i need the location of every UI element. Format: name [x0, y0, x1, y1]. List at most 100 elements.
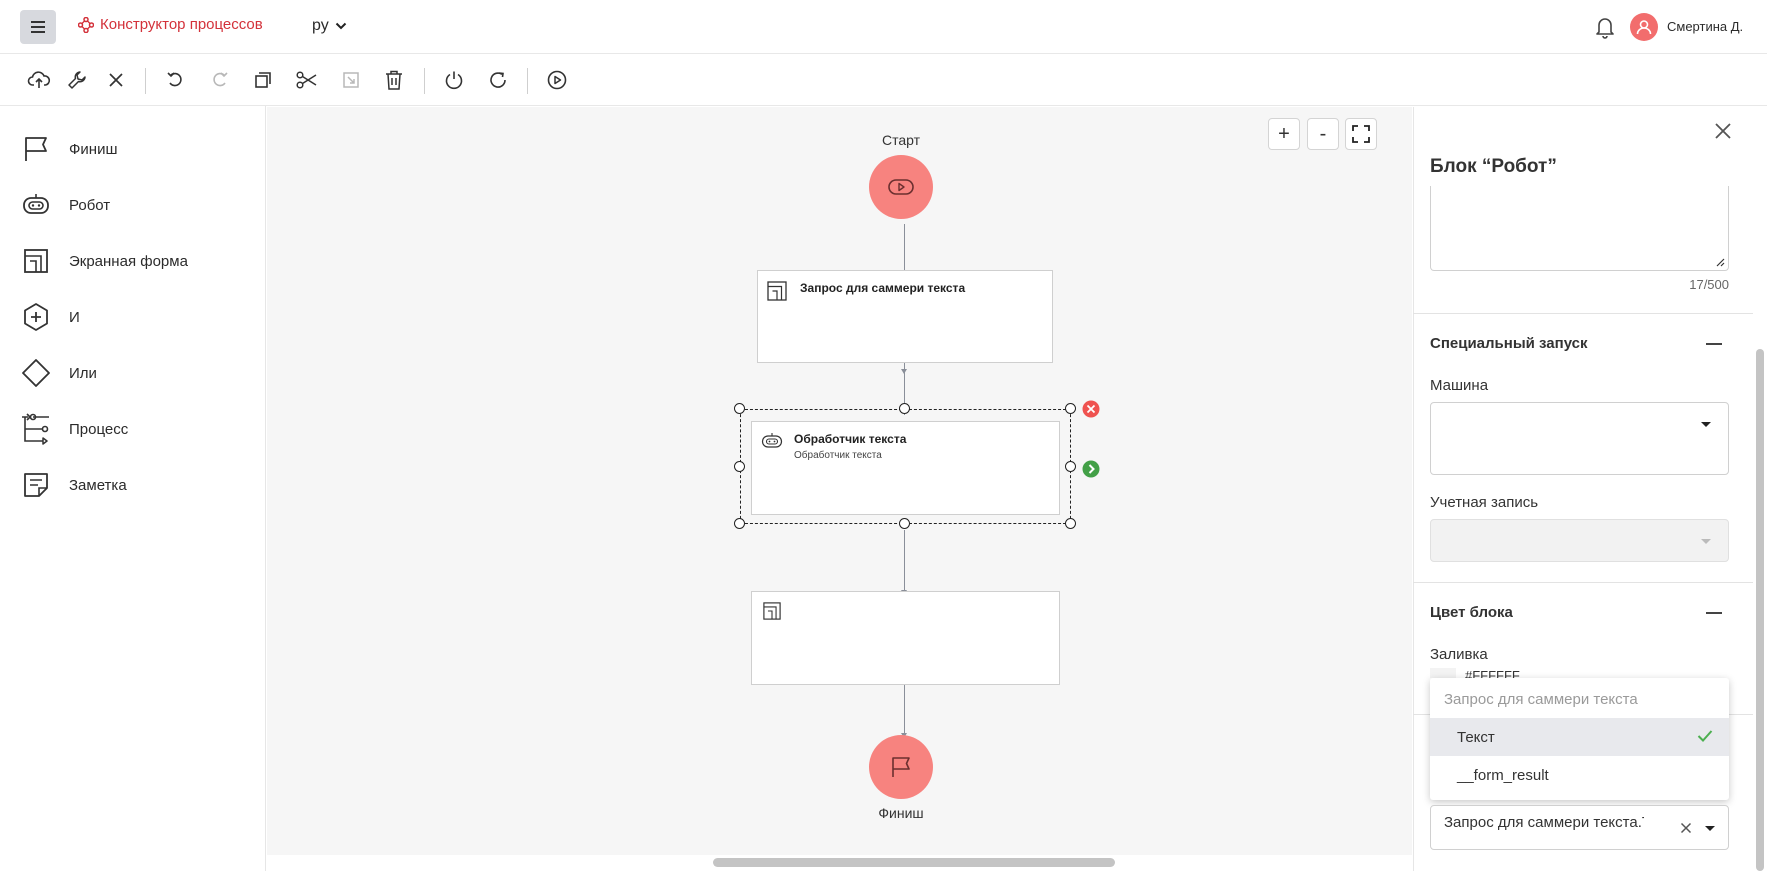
- chevron-down-icon: [335, 22, 346, 30]
- resize-handle[interactable]: [899, 403, 910, 414]
- cut-button[interactable]: [293, 66, 321, 94]
- palette-item-label: Или: [69, 364, 97, 382]
- save-cloud-button[interactable]: [25, 66, 53, 94]
- section-divider: [1413, 313, 1753, 314]
- resize-handle[interactable]: [1065, 518, 1076, 529]
- play-circle-icon: [547, 70, 567, 90]
- robot-icon: [23, 194, 49, 214]
- palette-item-screen-form[interactable]: Экранная форма: [20, 241, 250, 281]
- description-textarea[interactable]: [1430, 186, 1729, 271]
- delete-button[interactable]: [380, 66, 408, 94]
- undo-button[interactable]: [161, 66, 189, 94]
- caret-down-icon: [1705, 826, 1715, 831]
- palette-item-label: Заметка: [69, 476, 127, 494]
- dropdown-option[interactable]: __form_result: [1430, 756, 1729, 794]
- redo-icon: [213, 72, 228, 87]
- close-panel-icon[interactable]: [1712, 120, 1734, 142]
- paste-icon: [343, 72, 359, 88]
- process-icon: [22, 413, 49, 445]
- collapse-section-button[interactable]: [1706, 612, 1722, 614]
- refresh-button[interactable]: [484, 66, 512, 94]
- resize-handle[interactable]: [1065, 461, 1076, 472]
- collapse-section-button[interactable]: [1706, 343, 1722, 345]
- palette-item-finish[interactable]: Финиш: [20, 129, 250, 169]
- close-icon: [109, 73, 123, 87]
- resize-grip-icon[interactable]: [1716, 258, 1725, 267]
- flag-icon: [892, 757, 910, 777]
- connector-line: [904, 530, 905, 594]
- resize-handle[interactable]: [899, 518, 910, 529]
- node-title: Запрос для саммери текста: [800, 281, 966, 295]
- settings-button[interactable]: [63, 66, 91, 94]
- start-node[interactable]: [869, 155, 933, 219]
- resize-handle[interactable]: [734, 403, 745, 414]
- fullscreen-icon: [1352, 125, 1370, 143]
- checkmark-icon: [1697, 730, 1713, 742]
- undo-icon: [167, 72, 182, 87]
- paste-button[interactable]: [337, 66, 365, 94]
- char-counter: 17/500: [1689, 277, 1729, 292]
- section-title-block-color: Цвет блока: [1430, 604, 1513, 621]
- node-screen-form[interactable]: [751, 591, 1060, 685]
- avatar[interactable]: [1630, 13, 1658, 41]
- node-screen-form[interactable]: Запрос для саммери текста: [757, 270, 1053, 363]
- fill-label: Заливка: [1430, 646, 1488, 663]
- palette-item-and[interactable]: И: [20, 297, 250, 337]
- language-label: ру: [312, 17, 329, 34]
- zoom-out-button[interactable]: -: [1307, 118, 1339, 150]
- dropdown-option[interactable]: Текст: [1430, 718, 1729, 756]
- delete-node-icon[interactable]: [1082, 400, 1100, 418]
- dropdown-group-label: Запрос для саммери текста: [1444, 691, 1638, 708]
- resize-handle[interactable]: [734, 518, 745, 529]
- caret-down-icon: [1701, 422, 1711, 427]
- user-name[interactable]: Смертина Д.: [1667, 19, 1743, 34]
- redo-button[interactable]: [206, 66, 234, 94]
- palette-item-note[interactable]: Заметка: [20, 465, 250, 505]
- element-palette: Финиш Робот Экранная форма И Или Процесс…: [0, 106, 266, 871]
- power-button[interactable]: [440, 66, 468, 94]
- horizontal-scrollbar-thumb[interactable]: [713, 858, 1115, 867]
- variable-select-value: Запрос для саммери текста.Текст: [1444, 814, 1644, 831]
- palette-item-process[interactable]: Процесс: [20, 409, 250, 449]
- palette-item-label: Финиш: [69, 140, 118, 158]
- palette-item-label: Экранная форма: [69, 252, 188, 270]
- palette-item-label: И: [69, 308, 80, 326]
- caret-down-icon: [1701, 539, 1711, 544]
- editor-toolbar: [0, 54, 1767, 106]
- brand-link[interactable]: Конструктор процессов: [78, 16, 263, 33]
- cloud-upload-icon: [27, 71, 51, 88]
- refresh-icon: [490, 72, 506, 88]
- account-select[interactable]: [1430, 519, 1729, 562]
- run-button[interactable]: [543, 66, 571, 94]
- zoom-in-button[interactable]: +: [1268, 118, 1300, 150]
- fill-color-swatch[interactable]: [1430, 668, 1456, 678]
- screen-form-icon: [767, 281, 787, 301]
- process-canvas[interactable]: + - Старт Запрос для саммери текста Обра…: [267, 107, 1412, 855]
- fill-color-hex[interactable]: #FFFFFF: [1465, 668, 1520, 678]
- finish-node[interactable]: [869, 735, 933, 799]
- power-icon: [445, 71, 463, 90]
- toolbar-divider: [145, 68, 146, 94]
- next-node-icon[interactable]: [1082, 460, 1100, 478]
- language-select[interactable]: ру: [312, 17, 347, 35]
- copy-button[interactable]: [249, 66, 277, 94]
- palette-item-label: Робот: [69, 196, 111, 214]
- resize-handle[interactable]: [1065, 403, 1076, 414]
- resize-handle[interactable]: [734, 461, 745, 472]
- toolbar-divider: [527, 68, 528, 94]
- variable-dropdown: Запрос для саммери текста Текст __form_r…: [1430, 678, 1729, 800]
- flag-icon: [25, 137, 47, 161]
- play-icon: [888, 179, 914, 195]
- notification-bell-icon[interactable]: [1593, 14, 1617, 40]
- palette-item-or[interactable]: Или: [20, 353, 250, 393]
- start-node-label: Старт: [881, 132, 921, 148]
- menu-button[interactable]: [20, 10, 56, 44]
- copy-icon: [255, 72, 271, 88]
- close-button[interactable]: [102, 66, 130, 94]
- vertical-scrollbar-thumb[interactable]: [1756, 349, 1764, 871]
- clear-icon[interactable]: [1680, 822, 1692, 834]
- fit-screen-button[interactable]: [1345, 118, 1377, 150]
- machine-select[interactable]: [1430, 402, 1729, 475]
- brand-label: Конструктор процессов: [100, 16, 263, 33]
- palette-item-robot[interactable]: Робот: [20, 185, 250, 225]
